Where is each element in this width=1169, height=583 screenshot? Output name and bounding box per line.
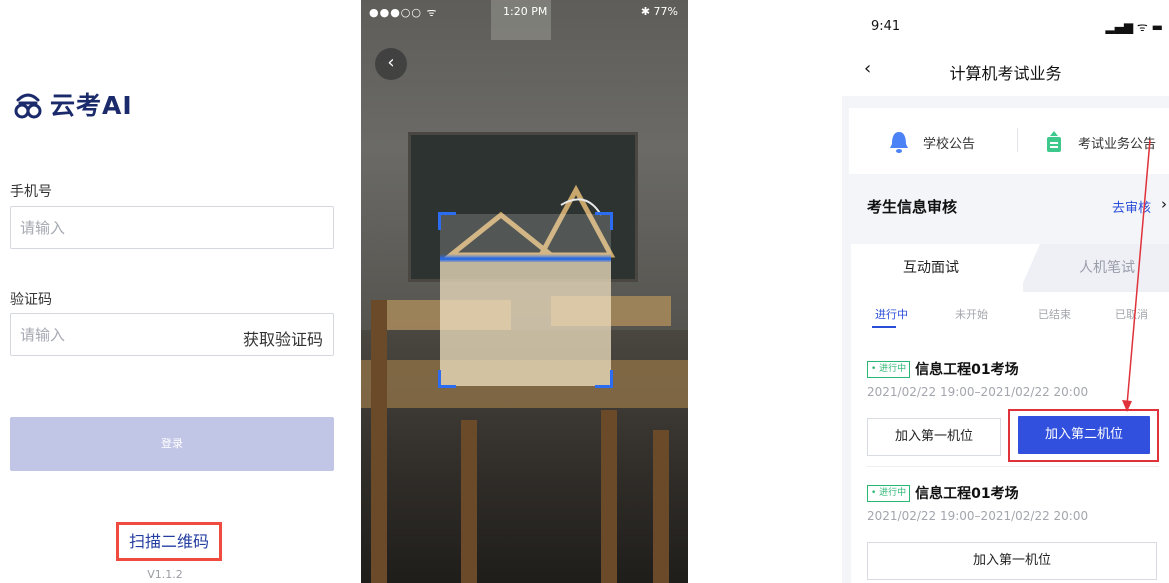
active-tab-indicator	[872, 326, 896, 328]
join-first-camera-button[interactable]: 加入第一机位	[867, 542, 1157, 580]
exam-name: 信息工程01考场	[915, 486, 1019, 502]
tab-computer-written[interactable]: 人机笔试	[1019, 244, 1169, 292]
exam-time: 2021/02/22 19:00–2021/02/22 20:00	[867, 509, 1089, 523]
login-screen: 云考AI 手机号 验证码 获取验证码 登录 扫描二维码 V1.1.2	[0, 0, 345, 583]
brand-logo: 云考AI	[10, 84, 133, 124]
page-title: 计算机考试业务	[949, 64, 1062, 83]
exam-screen: 9:41 ▂▄▆ ᯤ ▬ ‹ 计算机考试业务 学校公告 考试业务公告 考生信息审…	[842, 0, 1169, 583]
tab-interactive-interview[interactable]: 互动面试	[851, 244, 1023, 292]
subtab-cancelled[interactable]: 已取消	[1115, 306, 1148, 322]
audit-link[interactable]: 去审核	[1112, 197, 1151, 216]
chair	[371, 300, 387, 583]
code-field-box: 获取验证码	[10, 313, 334, 356]
get-code-button[interactable]: 获取验证码	[243, 326, 323, 350]
status-subtabs: 进行中 未开始 已结束 已取消	[851, 302, 1169, 332]
exam-type-tabs: 人机笔试 互动面试	[851, 244, 1169, 292]
join-first-camera-button[interactable]: 加入第一机位	[867, 418, 1001, 456]
version-label: V1.1.2	[147, 568, 183, 581]
status-bar: ●●●○○ ᯤ 1:20 PM ✱ 77%	[361, 0, 688, 24]
scan-frame	[438, 212, 613, 388]
exam-notice-link[interactable]: 考试业务公告	[1044, 130, 1156, 154]
subtab-not-started[interactable]: 未开始	[955, 306, 988, 322]
status-bar: 9:41 ▂▄▆ ᯤ ▬	[842, 0, 1169, 44]
exam-item-header: • 进行中 信息工程01考场	[867, 483, 1157, 503]
notice-card: 学校公告 考试业务公告	[849, 108, 1169, 174]
bell-icon	[890, 132, 908, 153]
annotation-highlight-box	[1008, 409, 1159, 462]
code-input[interactable]	[11, 314, 211, 355]
notice-icon	[1047, 131, 1061, 152]
chair	[601, 410, 617, 583]
divider	[1017, 128, 1018, 152]
nav-bar: ‹ 计算机考试业务	[842, 54, 1169, 90]
status-badge: • 进行中	[867, 484, 911, 502]
school-notice-label: 学校公告	[923, 136, 976, 152]
scanner-screen: ●●●○○ ᯤ 1:20 PM ✱ 77% ‹	[361, 0, 688, 583]
status-icons: ▂▄▆ ᯤ ▬	[1105, 20, 1163, 34]
subtab-ended[interactable]: 已结束	[1038, 306, 1071, 322]
login-button[interactable]: 登录	[10, 417, 334, 471]
exam-item-header: • 进行中 信息工程01考场	[867, 359, 1157, 379]
subtab-in-progress[interactable]: 进行中	[875, 306, 908, 322]
scan-qr-link[interactable]: 扫描二维码	[116, 522, 222, 561]
frame-corner	[595, 212, 613, 230]
status-badge: • 进行中	[867, 360, 911, 378]
scan-area-preview	[440, 260, 611, 386]
exam-notice-label: 考试业务公告	[1078, 136, 1157, 152]
frame-corner	[595, 370, 613, 388]
chevron-left-icon: ‹	[387, 52, 395, 73]
exam-name: 信息工程01考场	[915, 362, 1019, 378]
student-audit-row[interactable]: 考生信息审核 去审核 ›	[842, 184, 1169, 224]
status-time: 1:20 PM	[503, 5, 548, 18]
phone-input[interactable]	[11, 207, 211, 248]
chevron-right-icon: ›	[1161, 195, 1167, 213]
battery-indicator: ✱ 77%	[640, 5, 678, 18]
phone-label: 手机号	[10, 184, 52, 200]
signal-indicator: ●●●○○ ᯤ	[369, 6, 438, 19]
cloud-logo-icon	[14, 93, 42, 119]
frame-corner	[438, 212, 456, 230]
exam-list-item: • 进行中 信息工程01考场 2021/02/22 19:00–2021/02/…	[867, 483, 1157, 523]
code-label: 验证码	[10, 292, 52, 308]
chair	[461, 420, 477, 583]
chair	[653, 430, 669, 583]
scan-line	[440, 254, 611, 262]
audit-label: 考生信息审核	[867, 198, 958, 216]
brand-name: 云考AI	[50, 91, 133, 120]
phone-field-box	[10, 206, 334, 249]
exam-time: 2021/02/22 19:00–2021/02/22 20:00	[867, 385, 1089, 399]
back-button[interactable]: ‹	[375, 48, 407, 80]
divider	[867, 466, 1159, 467]
exam-list-item: • 进行中 信息工程01考场 2021/02/22 19:00–2021/02/…	[867, 359, 1157, 399]
status-time: 9:41	[871, 19, 901, 34]
school-notice-link[interactable]: 学校公告	[889, 130, 975, 154]
frame-corner	[438, 370, 456, 388]
